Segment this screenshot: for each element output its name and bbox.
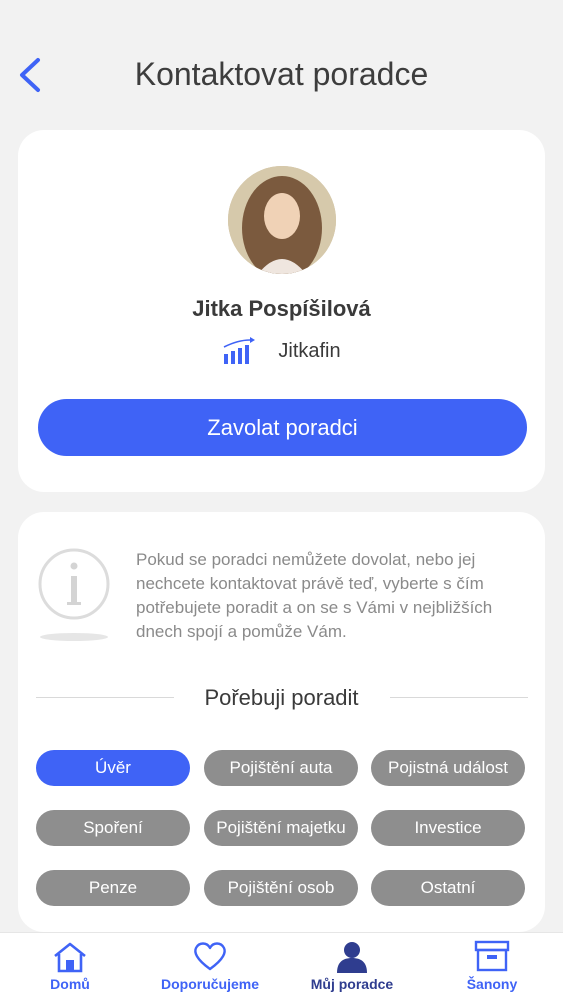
chip-pojistna-udalost[interactable]: Pojistná událost [371,750,525,786]
call-advisor-button[interactable]: Zavolat poradci [38,399,527,456]
section-title: Pořebuji poradit [204,685,359,710]
info-text: Pokud se poradci nemůžete dovolat, nebo … [136,550,493,641]
tab-recommended[interactable]: Doporučujeme [150,933,270,1000]
tab-my-advisor[interactable]: Můj poradce [290,933,414,1000]
chip-pojisteni-osob[interactable]: Pojištění osob [204,870,358,906]
chip-ostatni[interactable]: Ostatní [371,870,525,906]
person-icon [337,942,367,973]
tab-label: Domů [50,976,90,992]
tab-label: Doporučujeme [160,976,259,992]
tab-label: Šanony [466,976,518,992]
tab-files[interactable]: Šanony [440,933,544,1000]
chip-pojisteni-auta[interactable]: Pojištění auta [204,750,358,786]
advisor-name: Jitka Pospíšilová [192,296,371,321]
header: Kontaktovat poradce [0,0,563,130]
advisor-card: Jitka Pospíšilová Jitkafin Zavolat porad… [18,130,545,492]
divider [390,697,528,698]
chip-uver[interactable]: Úvěr [36,750,190,786]
home-icon [54,942,86,973]
bar-chart-icon [224,337,256,364]
company-name: Jitkafin [278,339,341,362]
page-title: Kontaktovat poradce [134,56,429,92]
chip-penze[interactable]: Penze [36,870,190,906]
tab-label: Můj poradce [310,976,394,992]
info-icon [38,548,110,641]
company-row: Jitkafin [18,336,545,366]
chip-investice[interactable]: Investice [371,810,525,846]
chip-sporeni[interactable]: Spoření [36,810,190,846]
advisor-avatar [228,166,336,274]
archive-box-icon [474,940,510,972]
chip-pojisteni-majetku[interactable]: Pojištění majetku [204,810,358,846]
tab-home[interactable]: Domů [30,933,110,1000]
help-card: Pokud se poradci nemůžete dovolat, nebo … [18,512,545,932]
heart-icon [194,942,226,971]
tab-bar: Domů Doporučujeme Můj poradce Šanony [0,932,563,1000]
